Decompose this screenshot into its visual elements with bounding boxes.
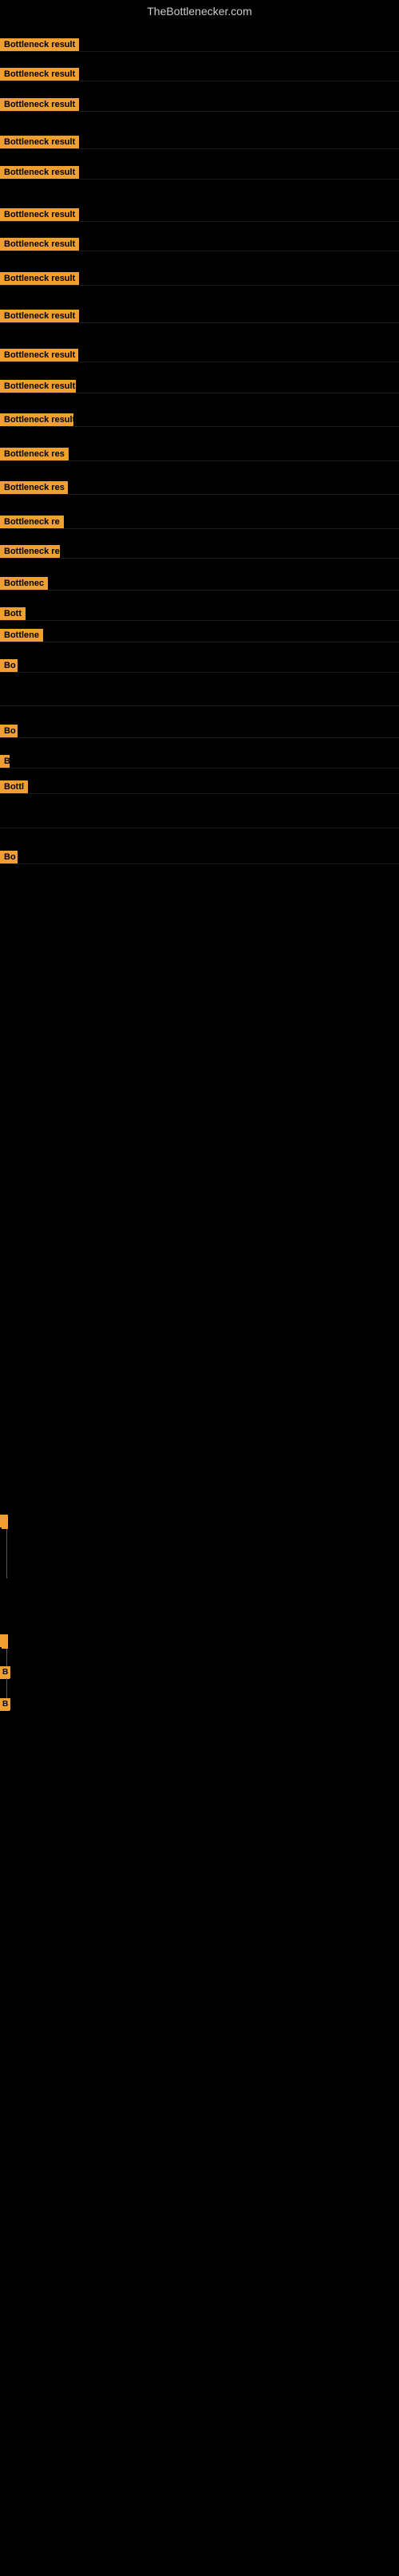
separator-line — [0, 179, 399, 180]
bottleneck-label: Bottleneck res — [0, 448, 69, 460]
bottleneck-label: Bo — [0, 851, 18, 863]
separator-line — [0, 705, 399, 706]
bottleneck-label: Bottleneck re — [0, 516, 64, 528]
bottleneck-label: Bottleneck result — [0, 413, 73, 426]
separator-line — [0, 148, 399, 149]
bottleneck-label: Bottleneck result — [0, 208, 79, 221]
bottleneck-label: Bott — [0, 607, 26, 620]
axis-mark — [2, 1634, 8, 1649]
b-label: B — [0, 1698, 10, 1710]
bottleneck-label: Bottleneck re — [0, 545, 60, 558]
bottleneck-label: Bottlenec — [0, 577, 48, 590]
separator-line — [0, 221, 399, 222]
bottleneck-label: Bottl — [0, 780, 28, 793]
bottleneck-label: Bottleneck result — [0, 68, 79, 81]
separator-line — [0, 620, 399, 621]
bottleneck-label: Bottleneck result — [0, 238, 79, 251]
separator-line — [0, 590, 399, 591]
separator-line — [0, 111, 399, 112]
bottleneck-label: Bottleneck result — [0, 380, 76, 393]
bottleneck-label: Bottleneck res — [0, 481, 68, 494]
bottleneck-label: Bottleneck result — [0, 310, 79, 322]
separator-line — [0, 558, 399, 559]
bottleneck-label: Bottlene — [0, 629, 43, 642]
separator-line — [0, 672, 399, 673]
separator-line — [0, 494, 399, 495]
site-title: TheBottlenecker.com — [0, 0, 399, 22]
bottleneck-label: Bottleneck result — [0, 272, 79, 285]
separator-line — [0, 863, 399, 864]
bottleneck-label: Bottleneck result — [0, 166, 79, 179]
separator-line — [0, 528, 399, 529]
bottleneck-label: Bo — [0, 659, 18, 672]
separator-line — [0, 426, 399, 427]
separator-line — [0, 793, 399, 794]
bottleneck-label: Bottleneck result — [0, 98, 79, 111]
separator-line — [0, 51, 399, 52]
axis-mark — [2, 1515, 8, 1529]
bottleneck-label: Bottleneck result — [0, 349, 78, 362]
bottleneck-label: Bottleneck result — [0, 38, 79, 51]
separator-line — [0, 460, 399, 461]
separator-line — [0, 285, 399, 286]
bottleneck-label: Bo — [0, 725, 18, 737]
separator-line — [0, 737, 399, 738]
separator-line — [0, 322, 399, 323]
bottleneck-label: Bottleneck result — [0, 136, 79, 148]
bottleneck-label: B — [0, 755, 10, 768]
b-label: B — [0, 1666, 10, 1678]
